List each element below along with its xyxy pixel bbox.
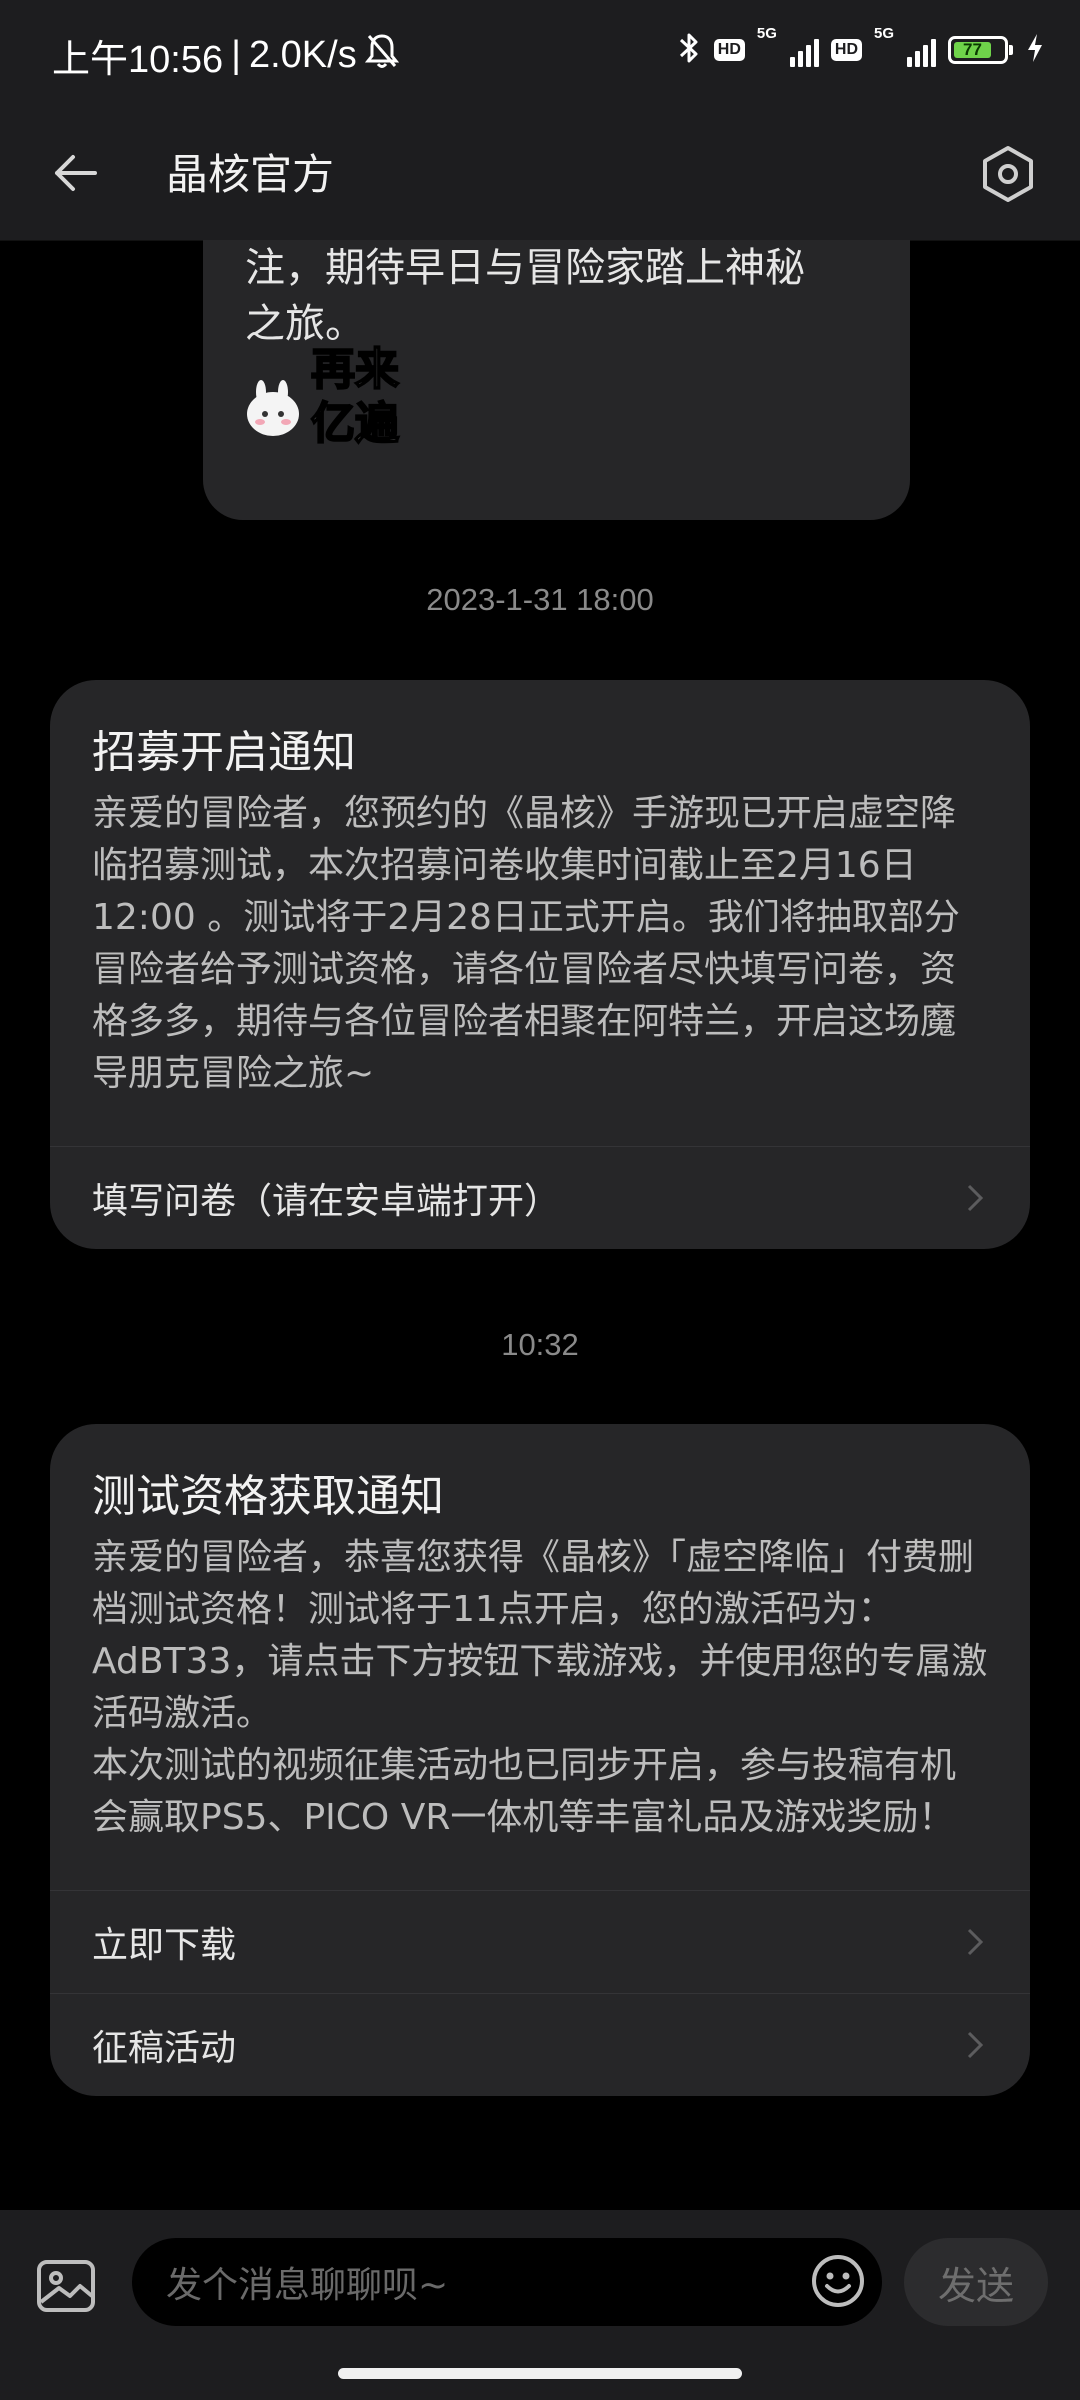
page-title: 晶核官方 [166,150,335,199]
separator: | [231,34,241,76]
sticker-image: 再来 亿遍 [243,330,423,450]
settings-button[interactable] [972,140,1044,212]
message-card-qualification: 测试资格获取通知 亲爱的冒险者，恭喜您获得《晶核》「虚空降临」付费删档测试资格！… [50,1424,1030,2096]
message-card-recruit: 招募开启通知 亲爱的冒险者，您预约的《晶核》手游现已开启虚空降临招募测试，本次招… [50,680,1030,1249]
network-speed: 2.0K/s [248,34,357,76]
status-right: HD 5G HD 5G 77 [676,25,1044,70]
chat-header: 晶核官方 [0,110,1080,241]
card-body: 测试资格获取通知 亲爱的冒险者，恭喜您获得《晶核》「虚空降临」付费删档测试资格！… [50,1424,1030,1890]
sticker-text: 再来 [311,344,399,395]
send-button[interactable]: 发送 [904,2238,1048,2326]
image-icon [34,2260,98,2322]
home-indicator[interactable] [338,2368,742,2379]
status-left: 上午10:56 | 2.0K/s [52,28,399,83]
chevron-right-icon [960,2030,990,2060]
card-title: 招募开启通知 [92,727,356,778]
arrow-left-icon [51,153,99,197]
chevron-right-icon [960,1927,990,1957]
message-input[interactable]: 发个消息聊聊呗~ [132,2238,882,2326]
sticker-text: 亿遍 [311,398,399,449]
message-text-line: 注，期待早日与冒险家踏上神秘 [245,245,805,291]
clock: 上午10:56 [52,39,224,81]
smiley-icon [810,2255,866,2313]
mute-bell-icon [364,32,399,80]
hd-badge-2: HD [830,39,862,61]
previous-message-bubble: 注，期待早日与冒险家踏上神秘 之旅。 再来 亿遍 [203,240,910,520]
card-action-label: 填写问卷（请在安卓端打开） [92,1181,561,1222]
hd-badge-1: HD [713,39,745,61]
chevron-right-icon [960,1183,990,1213]
signal-icon-1: 5G [757,25,819,67]
input-placeholder: 发个消息聊聊呗~ [166,2265,449,2306]
download-now-link[interactable]: 立即下载 [50,1890,1030,1993]
status-bar: 上午10:56 | 2.0K/s HD 5G HD 5G 77 [0,0,1080,110]
card-action-label: 立即下载 [92,1925,237,1966]
emoji-button[interactable] [810,2253,866,2309]
sim2-tag: 5G [874,25,895,42]
card-body: 招募开启通知 亲爱的冒险者，您预约的《晶核》手游现已开启虚空降临招募测试，本次招… [50,680,1030,1146]
bunny-emoji-icon [247,380,299,436]
hexagon-settings-icon [978,144,1038,208]
signal-icon-2: 5G [874,25,936,67]
card-action-label: 征稿活动 [92,2028,237,2069]
fill-survey-link[interactable]: 填写问卷（请在安卓端打开） [50,1146,1030,1249]
battery-level: 77 [954,40,991,59]
card-title: 测试资格获取通知 [92,1471,444,1522]
charging-icon [1026,33,1044,67]
battery-icon: 77 [948,36,1013,64]
sim1-tag: 5G [756,25,777,42]
message-feed[interactable]: 注，期待早日与冒险家踏上神秘 之旅。 再来 亿遍 2023-1-31 18:00 [0,240,1080,2210]
bluetooth-icon [676,30,702,70]
card-text: 亲爱的冒险者，您预约的《晶核》手游现已开启虚空降临招募测试，本次招募问卷收集时间… [92,793,960,1094]
card-text: 亲爱的冒险者，恭喜您获得《晶核》「虚空降临」付费删档测试资格！测试将于11点开启… [92,1537,988,1838]
image-button[interactable] [34,2254,98,2318]
timestamp: 10:32 [501,1327,579,1362]
submission-activity-link[interactable]: 征稿活动 [50,1993,1030,2096]
back-button[interactable] [40,140,110,210]
timestamp: 2023-1-31 18:00 [426,582,654,617]
